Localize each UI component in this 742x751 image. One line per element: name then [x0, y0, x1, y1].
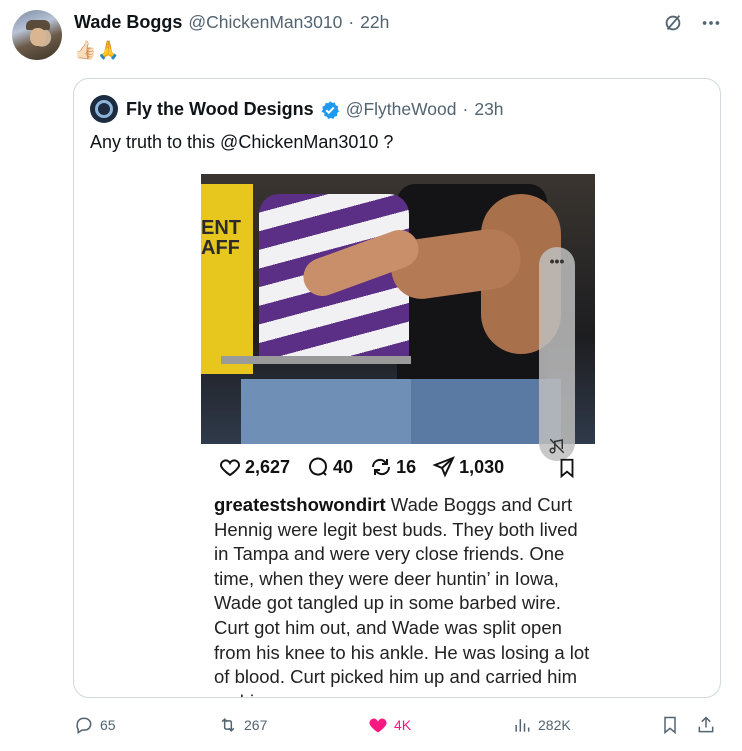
media-controls-overlay[interactable]: •••	[539, 247, 575, 461]
quoted-post-header: Fly the Wood Designs @FlytheWood · 23h	[126, 99, 504, 120]
verified-badge-icon	[321, 100, 339, 119]
upload-icon	[698, 716, 714, 733]
bookmark-button[interactable]	[660, 715, 680, 735]
quoted-author-avatar[interactable]	[90, 95, 118, 123]
ig-shares-count: 1,030	[459, 456, 505, 477]
views-icon	[515, 719, 530, 732]
bookmark-icon	[560, 458, 574, 479]
ig-comments: 40	[306, 455, 353, 479]
more-icon[interactable]: •••	[539, 253, 575, 269]
views-button[interactable]: 282K	[512, 715, 571, 735]
more-icon[interactable]	[700, 12, 722, 39]
post-time[interactable]: 22h	[360, 12, 389, 33]
quoted-post-image[interactable]: ENT AFF	[201, 174, 595, 444]
quoted-author-name[interactable]: Fly the Wood Designs	[126, 99, 314, 120]
post-top-actions	[662, 12, 722, 39]
ig-reposts-count: 16	[396, 456, 417, 477]
post-header: Wade Boggs @ChickenMan3010 · 22h	[74, 12, 389, 33]
like-button[interactable]: 4K	[368, 715, 411, 735]
ig-reposts: 16	[369, 455, 416, 479]
like-count: 4K	[394, 717, 412, 733]
grok-icon[interactable]	[662, 12, 684, 39]
author-avatar[interactable]	[12, 10, 62, 60]
like-icon	[369, 718, 387, 733]
reply-icon	[76, 717, 92, 734]
quoted-post-text: Any truth to this @ChickenMan3010 ?	[90, 132, 394, 152]
quoted-post-time[interactable]: 23h	[474, 99, 503, 120]
photo-sign-text: ENT AFF	[201, 217, 241, 259]
bookmark-icon	[664, 716, 676, 735]
repost-count: 267	[244, 717, 268, 733]
reply-count: 65	[100, 717, 116, 733]
author-name[interactable]: Wade Boggs	[74, 12, 182, 33]
repost-icon	[221, 718, 235, 732]
repost-icon	[372, 458, 391, 476]
post-action-bar: 65 267 4K 282K	[74, 715, 724, 741]
views-count: 282K	[538, 717, 571, 733]
instagram-stats-row: 2,627 40 16 1,030	[218, 455, 578, 479]
avatar-face	[30, 28, 46, 46]
ig-username: greatestshowondirt	[214, 494, 386, 515]
quoted-separator-dot: ·	[462, 99, 469, 119]
quoted-author-handle[interactable]: @FlytheWood	[346, 99, 457, 120]
ig-likes-count: 2,627	[245, 456, 291, 477]
repost-button[interactable]: 267	[218, 715, 267, 735]
separator-dot: ·	[348, 12, 355, 32]
share-button[interactable]	[696, 715, 716, 735]
photo-yellow-sign	[201, 184, 253, 374]
no-sound-icon[interactable]	[548, 437, 566, 455]
ig-shares: 1,030	[432, 455, 504, 479]
comment-icon	[309, 457, 328, 476]
heart-icon	[219, 459, 241, 477]
ig-comments-count: 40	[333, 456, 354, 477]
quoted-post-card[interactable]: Fly the Wood Designs @FlytheWood · 23h A…	[73, 78, 721, 698]
instagram-caption: greatestshowondirt Wade Boggs and Curt H…	[214, 493, 594, 697]
author-handle[interactable]: @ChickenMan3010	[188, 12, 342, 33]
share-icon	[432, 456, 456, 478]
post-text: 👍🏻🙏	[74, 40, 121, 60]
reply-button[interactable]: 65	[74, 715, 116, 735]
ig-caption-text: Wade Boggs and Curt Hennig were legit be…	[214, 494, 590, 697]
ig-likes: 2,627	[218, 455, 290, 479]
